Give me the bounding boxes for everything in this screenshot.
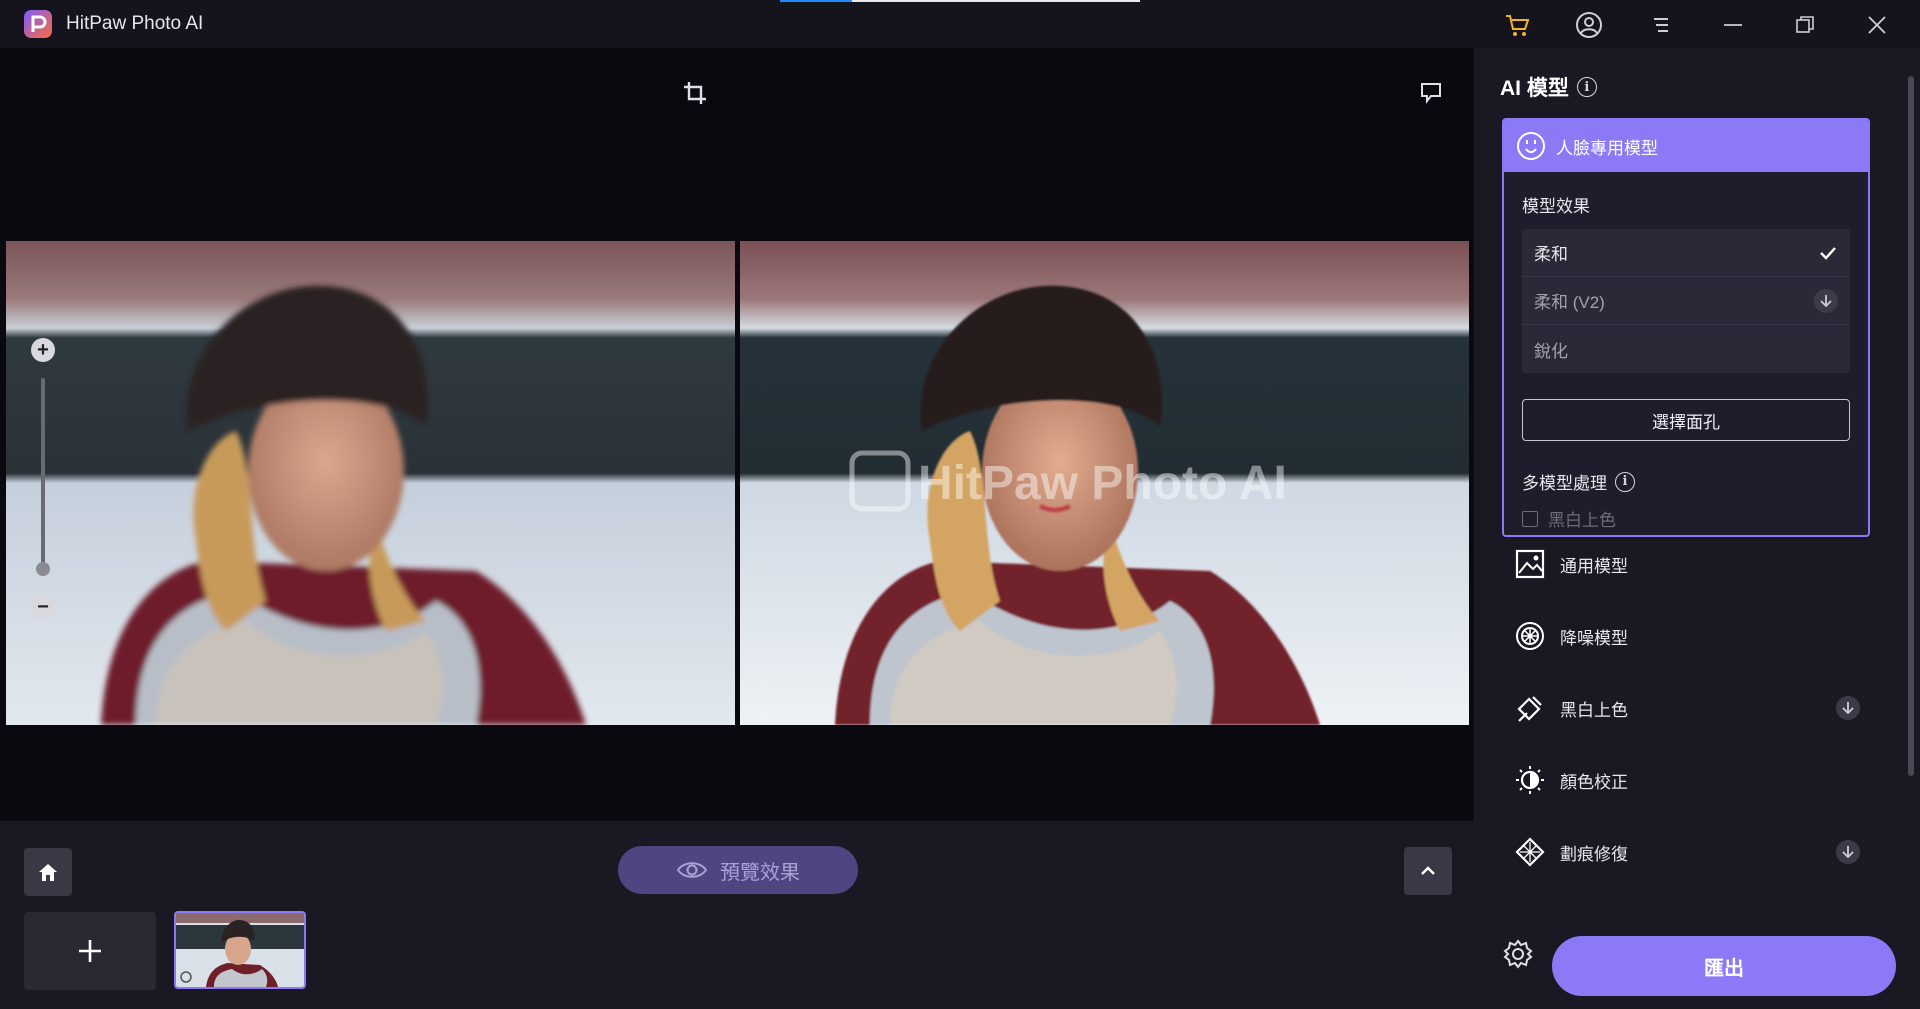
home-button[interactable] (24, 848, 72, 896)
settings-gear-icon[interactable] (1500, 936, 1536, 972)
face-model-title: 人臉專用模型 (1556, 138, 1658, 158)
effect-option-label: 柔和 (V2) (1534, 293, 1605, 312)
original-image (6, 241, 735, 725)
model-item-color-correction[interactable]: 顏色校正 (1514, 760, 1874, 800)
model-item-label: 顏色校正 (1560, 772, 1628, 792)
info-icon[interactable]: i (1576, 77, 1597, 97)
sidebar-heading: AI 模型 i (1500, 72, 1597, 102)
app-logo (24, 10, 52, 38)
collapse-panel-button[interactable] (1404, 847, 1452, 895)
model-item-label: 劃痕修復 (1560, 844, 1628, 864)
model-item-label: 降噪模型 (1560, 628, 1628, 648)
model-effect-label: 模型效果 (1522, 197, 1590, 216)
model-effect-options: 柔和 柔和 (V2) 銳化 (1522, 229, 1850, 373)
restore-icon[interactable] (1790, 10, 1820, 40)
colorize-checkbox-label: 黑白上色 (1548, 511, 1616, 530)
model-item-colorize[interactable]: 黑白上色 (1514, 688, 1874, 728)
zoom-slider-track[interactable] (41, 378, 45, 563)
image-icon (1514, 548, 1546, 580)
effect-option-label: 柔和 (1534, 245, 1568, 264)
multi-model-heading: 多模型處理 i (1522, 469, 1850, 494)
watermark: HitPaw Photo AI (849, 450, 1287, 512)
download-icon[interactable] (1836, 840, 1860, 864)
ai-model-sidebar: AI 模型 i 人臉專用模型 模型效果 柔和 柔和 (V2) 銳化 選擇面孔 多… (1474, 48, 1920, 1009)
zoom-in-icon[interactable]: + (31, 338, 55, 362)
colorize-icon (1514, 692, 1546, 724)
multi-model-label: 多模型處理 (1522, 474, 1607, 493)
loading-progress-bar (780, 0, 1140, 2)
denoise-icon (1514, 620, 1546, 652)
face-model-card: 人臉專用模型 模型效果 柔和 柔和 (V2) 銳化 選擇面孔 多模型處理 i 黑… (1502, 118, 1870, 537)
face-icon (1517, 132, 1545, 160)
model-item-label: 通用模型 (1560, 556, 1628, 576)
model-item-denoise[interactable]: 降噪模型 (1514, 616, 1874, 656)
minimize-icon[interactable] (1718, 10, 1748, 40)
model-item-general[interactable]: 通用模型 (1514, 544, 1874, 584)
plus-icon (79, 940, 101, 962)
preview-button[interactable]: 預覽效果 (618, 846, 858, 894)
checkmark-icon (1820, 246, 1836, 260)
info-icon[interactable]: i (1615, 471, 1635, 492)
close-icon[interactable] (1862, 10, 1892, 40)
sidebar-heading-label: AI 模型 (1500, 77, 1569, 100)
preview-label: 預覽效果 (720, 861, 800, 884)
colorize-checkbox-row[interactable]: 黑白上色 (1522, 506, 1850, 531)
loading-progress-fill (780, 0, 852, 2)
export-button[interactable]: 匯出 (1552, 936, 1896, 996)
add-image-button[interactable] (24, 912, 156, 990)
zoom-control: + − (28, 338, 58, 628)
watermark-text: HitPaw Photo AI (918, 457, 1287, 510)
select-face-button[interactable]: 選擇面孔 (1522, 399, 1850, 441)
home-icon (39, 864, 57, 881)
sun-icon (1514, 764, 1546, 796)
face-model-header[interactable]: 人臉專用模型 (1504, 120, 1868, 172)
zoom-slider-handle[interactable] (36, 562, 50, 576)
effect-option-sharpen[interactable]: 銳化 (1522, 325, 1850, 373)
menu-icon[interactable] (1646, 10, 1676, 40)
crop-icon[interactable] (680, 78, 710, 108)
colorize-checkbox[interactable] (1522, 510, 1538, 527)
chevron-up-icon (1421, 866, 1435, 875)
model-item-scratch-repair[interactable]: 劃痕修復 (1514, 832, 1874, 872)
app-title: HitPaw Photo AI (66, 13, 204, 34)
download-icon[interactable] (1836, 696, 1860, 720)
model-item-label: 黑白上色 (1560, 700, 1628, 720)
enhanced-image: HitPaw Photo AI (740, 241, 1469, 725)
zoom-out-icon[interactable]: − (31, 595, 55, 619)
effect-option-soft-v2[interactable]: 柔和 (V2) (1522, 277, 1850, 325)
effect-option-label: 銳化 (1534, 341, 1568, 361)
effect-option-soft[interactable]: 柔和 (1522, 229, 1850, 277)
account-icon[interactable] (1574, 10, 1604, 40)
image-canvas: HitPaw Photo AI + − (0, 48, 1474, 821)
eye-icon (676, 862, 708, 878)
image-thumbnail[interactable] (174, 911, 306, 989)
sidebar-scrollbar[interactable] (1908, 76, 1914, 776)
feedback-icon[interactable] (1416, 78, 1446, 108)
download-icon[interactable] (1814, 288, 1838, 313)
title-bar: HitPaw Photo AI (0, 0, 1920, 48)
scratch-repair-icon (1514, 836, 1546, 868)
cart-icon[interactable] (1502, 10, 1532, 40)
